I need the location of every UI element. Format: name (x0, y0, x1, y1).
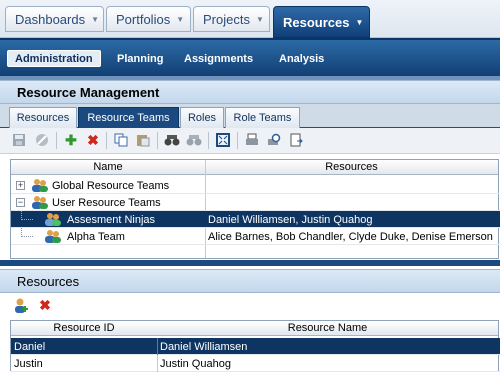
team-name: Assesment Ninjas (67, 213, 156, 226)
tab-role-teams[interactable]: Role Teams (225, 107, 300, 128)
tab-resource-teams[interactable]: Resource Teams (78, 107, 179, 128)
team-icon (32, 179, 48, 192)
add-icon[interactable]: ✚ (62, 131, 80, 149)
column-header-resource-id[interactable]: Resource ID (11, 321, 157, 336)
nav-tab-resources[interactable]: Resources ▼ (273, 6, 370, 38)
nav-tab-dashboards[interactable]: Dashboards ▼ (5, 6, 104, 32)
chevron-down-icon[interactable]: ▼ (176, 15, 184, 24)
save-icon[interactable] (10, 131, 28, 149)
subnav-assignments[interactable]: Assignments (184, 50, 253, 67)
add-resource-icon[interactable] (12, 296, 30, 314)
divider (157, 132, 158, 149)
nav-tab-label: Projects (203, 11, 250, 27)
export-icon[interactable] (287, 131, 305, 149)
table-row[interactable]: + Global Resource Teams (11, 177, 500, 194)
subnav-administration[interactable]: Administration (7, 50, 101, 67)
team-name: Global Resource Teams (52, 179, 170, 192)
table-row[interactable]: Justin Justin Quahog (11, 355, 500, 372)
divider (157, 355, 158, 372)
divider (237, 132, 238, 149)
chevron-down-icon[interactable]: ▼ (91, 15, 99, 24)
chevron-down-icon[interactable]: ▼ (355, 18, 363, 27)
resources-panel-title: Resources (0, 269, 500, 293)
divider (157, 338, 158, 355)
find-icon[interactable] (163, 131, 181, 149)
nav-tab-portfolios[interactable]: Portfolios ▼ (106, 6, 191, 32)
resource-id: Daniel (14, 340, 46, 353)
tab-resources[interactable]: Resources (9, 107, 77, 128)
cancel-icon[interactable] (33, 131, 51, 149)
resource-teams-table: Name Resources + Global Resource Teams −… (10, 159, 500, 259)
team-icon (45, 213, 61, 226)
collapse-icon[interactable]: − (16, 198, 25, 207)
table-row[interactable]: Assesment Ninjas Daniel Williamsen, Just… (11, 211, 500, 228)
table-row[interactable]: Alpha Team Alice Barnes, Bob Chandler, C… (11, 228, 500, 245)
expand-icon[interactable] (214, 131, 232, 149)
divider (208, 132, 209, 149)
nav-tab-label: Dashboards (15, 11, 86, 27)
team-icon (45, 230, 61, 243)
column-header-name[interactable]: Name (11, 160, 205, 175)
print-preview-icon[interactable] (265, 131, 283, 149)
column-header-resources[interactable]: Resources (205, 160, 498, 175)
team-name: Alpha Team (67, 230, 125, 243)
find-next-icon[interactable] (185, 131, 203, 149)
tree-line (21, 236, 33, 237)
divider (0, 260, 500, 266)
tree-line (21, 219, 33, 220)
copy-icon[interactable] (112, 131, 130, 149)
resource-name: Justin Quahog (160, 357, 231, 370)
resource-id: Justin (14, 357, 43, 370)
table-row[interactable]: Daniel Daniel Williamsen (11, 338, 500, 355)
nav-tab-projects[interactable]: Projects ▼ (193, 6, 270, 32)
paste-icon[interactable] (134, 131, 152, 149)
team-resources: Daniel Williamsen, Justin Quahog (208, 213, 373, 226)
tab-roles[interactable]: Roles (180, 107, 224, 128)
nav-tab-label: Portfolios (116, 11, 171, 27)
resource-name: Daniel Williamsen (160, 340, 248, 353)
delete-icon[interactable]: ✖ (36, 296, 54, 314)
team-name: User Resource Teams (52, 196, 161, 209)
resources-table: Resource ID Resource Name Daniel Daniel … (10, 320, 500, 372)
column-header-resource-name[interactable]: Resource Name (157, 321, 498, 336)
subnav-analysis[interactable]: Analysis (279, 50, 324, 67)
divider (56, 132, 57, 149)
nav-tab-label: Resources (283, 14, 350, 30)
table-row[interactable]: − User Resource Teams (11, 194, 500, 211)
expand-icon[interactable]: + (16, 181, 25, 190)
print-icon[interactable] (243, 131, 261, 149)
chevron-down-icon[interactable]: ▼ (256, 15, 264, 24)
page-title: Resource Management (0, 80, 500, 104)
divider (106, 132, 107, 149)
resources-toolbar (0, 293, 500, 317)
team-icon (32, 196, 48, 209)
team-resources: Alice Barnes, Bob Chandler, Clyde Duke, … (208, 230, 493, 243)
delete-icon[interactable]: ✖ (84, 131, 102, 149)
subnav-planning[interactable]: Planning (117, 50, 163, 67)
